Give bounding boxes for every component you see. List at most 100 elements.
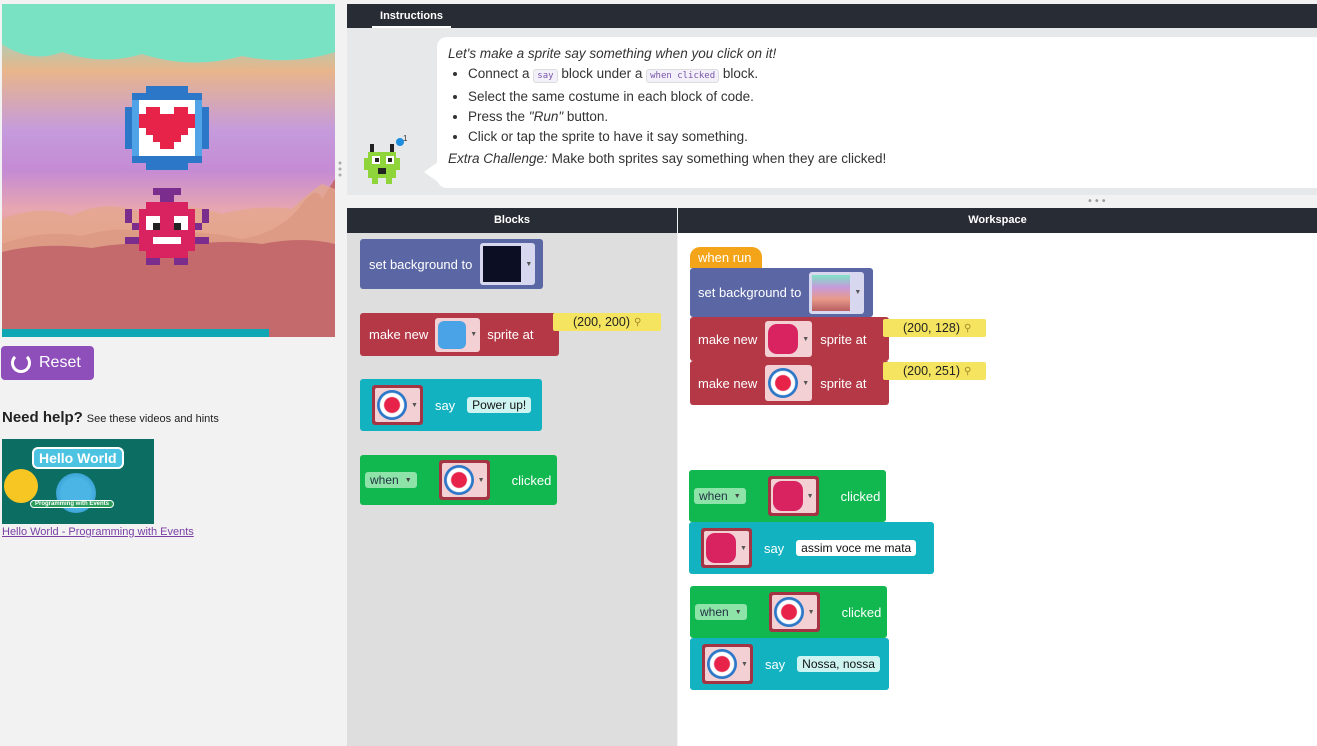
dropdown-arrow-icon: ▼	[404, 476, 412, 484]
dropdown-arrow-icon: ▼	[806, 492, 814, 500]
event-label: when	[700, 605, 729, 619]
stage-progress-bar	[2, 329, 269, 337]
instruction-item: Connect a say block under a when clicked…	[468, 65, 1306, 85]
extra-challenge: Extra Challenge: Make both sprites say s…	[448, 151, 887, 166]
when-run-hat-block[interactable]: when run	[690, 247, 762, 268]
dropdown-arrow-icon: ▼	[740, 544, 747, 552]
workspace-make-new-sprite-block[interactable]: make new ▼ sprite at	[690, 317, 889, 361]
location-picker-icon[interactable]: ⚲	[964, 323, 971, 334]
instructions-bubble: Let's make a sprite say something when y…	[437, 37, 1317, 188]
dropdown-arrow-icon: ▼	[477, 476, 485, 484]
video-link[interactable]: Hello World - Programming with Events	[2, 526, 194, 538]
toolbox-say-block[interactable]: ▼ say Power up!	[360, 379, 542, 431]
event-dropdown[interactable]: when ▼	[695, 604, 747, 620]
event-label: when	[699, 489, 728, 503]
event-label: when	[370, 473, 399, 487]
coordinate-field[interactable]: (200, 128) ⚲	[883, 319, 986, 337]
panel-resize-handle[interactable]	[338, 160, 342, 178]
heart-sprite-icon[interactable]	[125, 86, 209, 170]
block-label: make new	[369, 327, 429, 342]
dropdown-arrow-icon: ▼	[802, 335, 810, 343]
sprite-dropdown[interactable]: ▼	[435, 317, 481, 352]
virus-costume-icon	[772, 481, 803, 511]
help-heading: Need help? See these videos and hints	[2, 409, 219, 426]
location-picker-icon[interactable]: ⚲	[634, 317, 641, 328]
heart-costume-icon	[443, 465, 474, 495]
toolbox-make-new-sprite-block[interactable]: make new ▼ sprite at	[360, 313, 559, 356]
block-label: clicked	[840, 488, 881, 504]
dropdown-arrow-icon: ▼	[734, 608, 742, 616]
tab-instructions[interactable]: Instructions	[372, 4, 451, 28]
video-title: Hello World	[32, 447, 124, 469]
game-stage[interactable]	[2, 4, 335, 337]
virus-sprite-icon[interactable]	[125, 188, 209, 272]
reset-label: Reset	[39, 354, 81, 371]
dark-background-thumb-icon	[483, 246, 522, 282]
stage-background	[2, 4, 335, 337]
clicked-sprite-dropdown[interactable]: ▼	[767, 476, 819, 516]
block-label: clicked	[511, 472, 552, 488]
workspace-make-new-sprite-block[interactable]: make new ▼ sprite at	[690, 361, 889, 405]
block-label: sprite at	[820, 331, 867, 347]
blocks-header: Blocks	[347, 208, 677, 233]
say-code-tag: say	[533, 69, 558, 83]
block-label: sprite at	[820, 375, 867, 391]
coordinate-field[interactable]: (200, 251) ⚲	[883, 362, 986, 380]
clicked-sprite-dropdown[interactable]: ▼	[768, 592, 820, 632]
workspace-set-background-block[interactable]: set background to ▼	[690, 268, 873, 317]
workspace-when-clicked-block[interactable]: when ▼ ▼ clicked	[689, 470, 886, 522]
workspace-say-block[interactable]: ▼ say assim voce me mata	[689, 522, 934, 574]
sprite-dropdown[interactable]: ▼	[765, 321, 813, 357]
dropdown-arrow-icon: ▼	[854, 289, 862, 296]
heart-costume-icon	[707, 649, 737, 679]
dropdown-arrow-icon: ▼	[470, 331, 478, 338]
coordinate-value: (200, 200)	[573, 315, 630, 329]
event-dropdown[interactable]: when ▼	[365, 472, 417, 488]
say-sprite-dropdown[interactable]: ▼	[702, 644, 753, 684]
instructions-list: Connect a say block under a when clicked…	[468, 65, 1306, 145]
instruction-item: Click or tap the sprite to have it say s…	[468, 128, 1306, 145]
dropdown-arrow-icon: ▼	[733, 492, 741, 500]
say-text-field[interactable]: Power up!	[467, 397, 532, 413]
say-sprite-dropdown[interactable]: ▼	[701, 528, 752, 568]
reset-button[interactable]: Reset	[1, 346, 94, 380]
reset-icon	[11, 353, 31, 373]
workspace-say-block[interactable]: ▼ say Nossa, nossa	[690, 638, 889, 690]
coordinate-field[interactable]: (200, 200) ⚲	[553, 313, 661, 331]
instructions-header	[347, 4, 1317, 28]
dropdown-arrow-icon: ▼	[807, 608, 815, 616]
when-clicked-code-tag: when clicked	[646, 69, 720, 83]
block-label: make new	[698, 375, 758, 391]
block-label: make new	[698, 331, 758, 347]
help-subtitle: See these videos and hints	[86, 413, 219, 425]
bot-avatar-icon	[364, 138, 404, 184]
sprite-dropdown[interactable]: ▼	[765, 365, 813, 401]
block-label: say	[764, 656, 786, 672]
dropdown-arrow-icon: ▼	[802, 379, 810, 387]
block-label: say	[763, 540, 785, 556]
location-picker-icon[interactable]: ⚲	[964, 366, 971, 377]
event-dropdown[interactable]: when ▼	[694, 488, 746, 504]
block-label: set background to	[369, 256, 473, 272]
coordinate-value: (200, 251)	[903, 364, 960, 378]
instructions-resize-handle[interactable]: •••	[1087, 196, 1108, 207]
background-dropdown[interactable]: ▼	[480, 243, 536, 285]
video-thumbnail[interactable]: Hello World Programming with Events	[2, 439, 154, 524]
say-sprite-dropdown[interactable]: ▼	[372, 385, 423, 425]
dropdown-arrow-icon: ▼	[741, 660, 748, 668]
toolbox-set-background-block[interactable]: set background to ▼	[360, 239, 543, 289]
dropdown-arrow-icon: ▼	[411, 401, 418, 409]
virus-costume-icon	[706, 533, 736, 563]
say-text-field[interactable]: assim voce me mata	[796, 540, 917, 556]
workspace-header: Workspace	[678, 208, 1317, 233]
toolbox-when-clicked-block[interactable]: when ▼ ▼ clicked	[360, 455, 557, 505]
sunset-background-thumb-icon	[812, 274, 851, 311]
heart-costume-icon	[773, 597, 804, 627]
clicked-sprite-dropdown[interactable]: ▼	[438, 460, 490, 500]
block-label: set background to	[698, 285, 802, 300]
background-dropdown[interactable]: ▼	[809, 271, 865, 314]
say-text-field[interactable]: Nossa, nossa	[797, 656, 880, 672]
coordinate-value: (200, 128)	[903, 321, 960, 335]
workspace-when-clicked-block[interactable]: when ▼ ▼ clicked	[690, 586, 887, 638]
block-label: clicked	[841, 604, 882, 620]
